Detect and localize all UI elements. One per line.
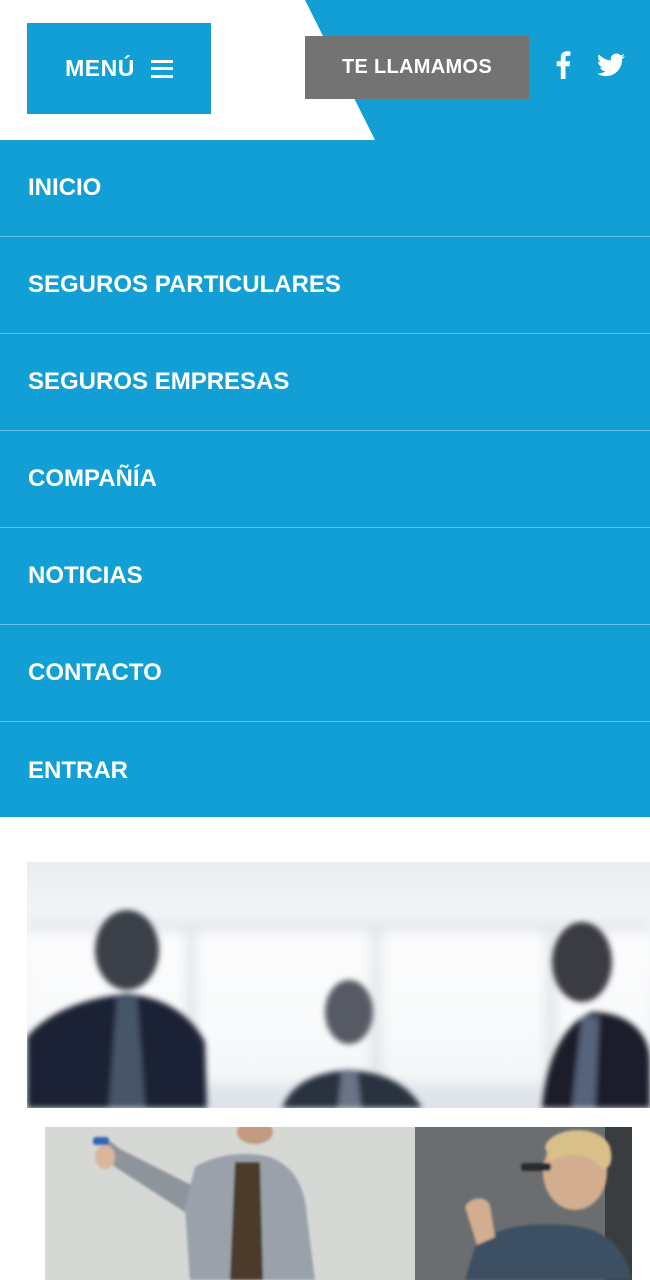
nav-item-compania[interactable]: COMPAÑÍA bbox=[0, 431, 650, 528]
nav-item-label: NOTICIAS bbox=[28, 562, 143, 589]
whiteboard-presentation-image bbox=[45, 1127, 632, 1280]
twitter-icon[interactable] bbox=[596, 50, 626, 80]
menu-toggle-button[interactable]: MENÚ bbox=[27, 23, 211, 114]
menu-label: MENÚ bbox=[65, 55, 135, 81]
nav-item-entrar[interactable]: ENTRAR bbox=[0, 722, 650, 819]
nav-item-label: INICIO bbox=[28, 174, 102, 201]
hero-business-people-image bbox=[27, 862, 650, 1108]
hamburger-icon bbox=[150, 59, 173, 78]
nav-item-label: SEGUROS PARTICULARES bbox=[28, 271, 341, 298]
callback-button[interactable]: TE LLAMAMOS bbox=[305, 36, 529, 99]
site-header: MENÚ TE LLAMAMOS bbox=[0, 0, 650, 140]
nav-item-contacto[interactable]: CONTACTO bbox=[0, 625, 650, 722]
nav-item-label: CONTACTO bbox=[28, 659, 162, 686]
facebook-icon[interactable] bbox=[552, 50, 574, 80]
nav-item-label: ENTRAR bbox=[28, 756, 128, 784]
nav-item-seguros-particulares[interactable]: SEGUROS PARTICULARES bbox=[0, 237, 650, 334]
callback-label: TE LLAMAMOS bbox=[342, 56, 492, 78]
nav-item-noticias[interactable]: NOTICIAS bbox=[0, 528, 650, 625]
nav-item-seguros-empresas[interactable]: SEGUROS EMPRESAS bbox=[0, 334, 650, 431]
nav-item-label: SEGUROS EMPRESAS bbox=[28, 368, 290, 395]
nav-item-inicio[interactable]: INICIO bbox=[0, 140, 650, 237]
nav-item-label: COMPAÑÍA bbox=[28, 465, 157, 492]
main-navigation: INICIO SEGUROS PARTICULARES SEGUROS EMPR… bbox=[0, 140, 650, 817]
